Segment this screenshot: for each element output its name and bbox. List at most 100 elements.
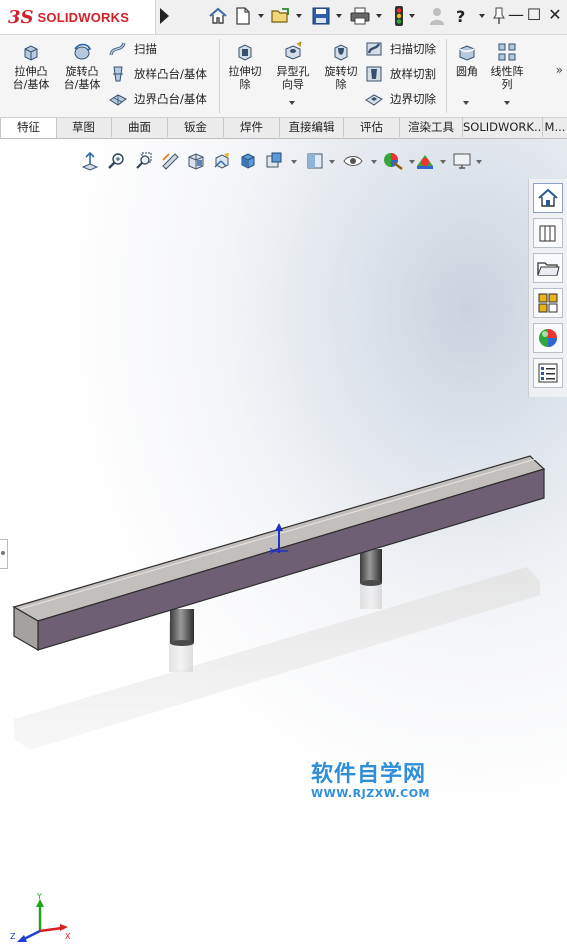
hole-wizard-label: 异型孔 向导 — [276, 65, 310, 91]
minimize-button[interactable]: — — [507, 6, 525, 24]
watermark-url: WWW.RJZXW.COM — [311, 787, 430, 800]
fillet-icon — [459, 45, 475, 61]
boundary-boss-label: 边界凸台/基体 — [134, 92, 207, 106]
solidworks-window: 3S SOLIDWORKS ? — ☐ ✕ 拉伸凸 台/基体 旋转凸 台/基体 … — [0, 0, 567, 952]
linear-pattern-button[interactable]: 线性阵 列 — [486, 41, 528, 91]
print-dropdown-caret[interactable] — [376, 14, 382, 18]
sweep-icon — [109, 42, 126, 56]
triad-z-label: Z — [10, 932, 16, 941]
watermark-title: 软件自学网 — [311, 762, 427, 787]
boundary-cut-button[interactable]: 边界切除 — [364, 89, 436, 109]
hole-wizard-dropdown-caret[interactable] — [289, 101, 295, 105]
rebuild-dropdown-caret[interactable] — [409, 14, 415, 18]
revolve-cut-button[interactable]: 旋转切 除 — [318, 41, 364, 91]
boundary-boss-icon — [109, 94, 127, 106]
linear-pattern-icon — [498, 43, 516, 61]
tab-surfaces[interactable]: 曲面 — [112, 118, 168, 137]
file-explorer-icon[interactable] — [533, 253, 563, 283]
title-bar: 3S SOLIDWORKS ? — ☐ ✕ — [0, 0, 567, 35]
tab-mbd[interactable]: M... — [543, 118, 567, 137]
handle-dot — [1, 551, 5, 555]
boundary-cut-label: 边界切除 — [390, 92, 436, 106]
ribbon-more-button[interactable]: » — [556, 63, 563, 77]
revolve-boss-button[interactable]: 旋转凸 台/基体 — [58, 41, 106, 91]
new-document-icon[interactable] — [234, 4, 252, 28]
extrude-boss-icon — [24, 45, 38, 61]
feature-manager-collapse-handle[interactable] — [0, 539, 8, 569]
fillet-button[interactable]: 圆角 — [450, 41, 484, 78]
traffic-light-icon[interactable] — [393, 4, 405, 28]
tab-solidworks-addins[interactable]: SOLIDWORK... — [463, 118, 543, 137]
linear-pattern-dropdown-caret[interactable] — [504, 101, 510, 105]
save-dropdown-caret[interactable] — [336, 14, 342, 18]
watermark: 软件自学网 WWW.RJZXW.COM — [311, 761, 461, 800]
task-pane-tabs — [528, 179, 567, 397]
restore-button[interactable]: ☐ — [525, 6, 543, 24]
tab-render-tools[interactable]: 渲染工具 — [400, 118, 463, 137]
solidworks-logo[interactable]: 3S SOLIDWORKS — [0, 0, 156, 34]
view-palette-icon[interactable] — [533, 288, 563, 318]
sweep-cut-button[interactable]: 扫描切除 — [364, 39, 436, 59]
triad-y-label: Y — [36, 892, 42, 901]
hole-wizard-icon — [285, 41, 302, 60]
graphics-area[interactable]: 软件自学网 WWW.RJZXW.COM Y X Z — [0, 139, 567, 952]
tab-sheet-metal[interactable]: 钣金 — [168, 118, 224, 137]
fillet-label: 圆角 — [456, 65, 478, 78]
loft-cut-icon — [366, 66, 382, 82]
revolve-cut-icon — [334, 44, 348, 61]
save-icon[interactable] — [311, 4, 331, 28]
loft-cut-button[interactable]: 放样切割 — [364, 64, 436, 84]
user-icon[interactable] — [429, 4, 445, 28]
boundary-cut-icon — [365, 94, 383, 106]
sweep-cut-icon — [366, 42, 382, 56]
extrude-boss-label: 拉伸凸 台/基体 — [12, 65, 50, 91]
tab-direct-editing[interactable]: 直接编辑 — [280, 118, 344, 137]
command-manager-tabs: 特征 草图 曲面 钣金 焊件 直接编辑 评估 渲染工具 SOLIDWORK...… — [0, 118, 567, 139]
loft-boss-button[interactable]: 放样凸台/基体 — [108, 64, 207, 84]
design-library-icon[interactable] — [533, 218, 563, 248]
revolve-cut-label: 旋转切 除 — [324, 65, 358, 91]
sweep-cut-label: 扫描切除 — [390, 42, 436, 56]
revolve-boss-icon — [74, 43, 92, 60]
menu-flyout-arrow-icon[interactable] — [160, 8, 169, 24]
boundary-boss-button[interactable]: 边界凸台/基体 — [108, 89, 207, 109]
tab-weldments[interactable]: 焊件 — [224, 118, 280, 137]
handle-leg-right — [360, 549, 382, 586]
sweep-label: 扫描 — [134, 42, 157, 56]
handle-leg-left — [170, 609, 194, 646]
command-manager-ribbon: 拉伸凸 台/基体 旋转凸 台/基体 扫描 放样凸台/基体 边界凸台/基体 拉伸切… — [0, 35, 567, 118]
sweep-button[interactable]: 扫描 — [108, 39, 157, 59]
appearances-icon[interactable] — [533, 323, 563, 353]
resources-home-icon[interactable] — [533, 183, 563, 213]
tab-evaluate[interactable]: 评估 — [344, 118, 400, 137]
loft-boss-label: 放样凸台/基体 — [134, 67, 207, 81]
loft-cut-label: 放样切割 — [390, 67, 436, 81]
extrude-cut-label: 拉伸切 除 — [228, 65, 262, 91]
triad-x-label: X — [65, 932, 71, 941]
revolve-boss-label: 旋转凸 台/基体 — [63, 65, 101, 91]
linear-pattern-label: 线性阵 列 — [490, 65, 524, 91]
ribbon-separator — [446, 39, 447, 113]
help-icon[interactable]: ? — [456, 4, 465, 28]
home-icon[interactable] — [208, 4, 228, 28]
extrude-boss-button[interactable]: 拉伸凸 台/基体 — [6, 41, 56, 91]
brand-name: SOLIDWORKS — [37, 9, 130, 25]
tab-sketch[interactable]: 草图 — [56, 118, 112, 137]
hole-wizard-button[interactable]: 异型孔 向导 — [270, 41, 316, 91]
tab-features[interactable]: 特征 — [0, 118, 57, 138]
ribbon-separator — [219, 39, 220, 113]
extrude-cut-button[interactable]: 拉伸切 除 — [222, 41, 268, 91]
pin-icon[interactable] — [492, 4, 506, 28]
extrude-cut-icon — [238, 44, 252, 61]
open-icon[interactable] — [270, 4, 292, 28]
fillet-dropdown-caret[interactable] — [463, 101, 469, 105]
model-view[interactable] — [0, 139, 567, 952]
reference-triad[interactable]: Y X Z — [8, 891, 72, 949]
print-icon[interactable] — [349, 4, 371, 28]
close-button[interactable]: ✕ — [546, 6, 564, 24]
custom-properties-icon[interactable] — [533, 358, 563, 388]
open-dropdown-caret[interactable] — [296, 14, 302, 18]
new-dropdown-caret[interactable] — [258, 14, 264, 18]
help-dropdown-caret[interactable] — [479, 14, 485, 18]
ds-logo-mark: 3S — [8, 6, 34, 28]
